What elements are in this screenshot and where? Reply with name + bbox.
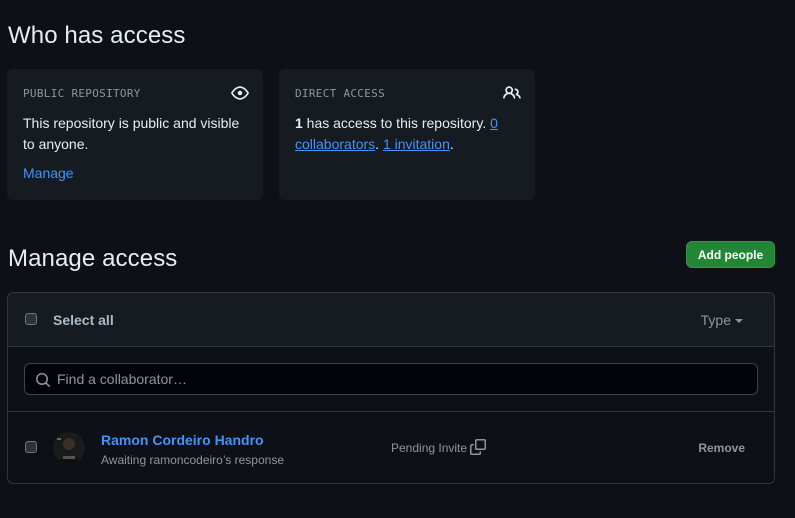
manage-visibility-link[interactable]: Manage <box>23 165 74 181</box>
public-repository-card: PUBLIC REPOSITORY This repository is pub… <box>7 69 263 200</box>
direct-access-card: DIRECT ACCESS 1 has access to this repos… <box>279 69 535 200</box>
collaborators-panel: Select all Type Find a collaborator… Ram… <box>7 292 775 484</box>
manage-access-title: Manage access <box>8 245 178 272</box>
avatar[interactable] <box>53 432 85 464</box>
collaborator-checkbox[interactable] <box>25 441 37 453</box>
public-repository-text: This repository is public and visible to… <box>23 115 240 152</box>
who-has-access-title: Who has access <box>8 22 186 49</box>
people-icon <box>503 84 521 102</box>
invitations-link[interactable]: 1 invitation <box>383 136 450 152</box>
search-row <box>8 347 774 412</box>
direct-access-text-mid: has access to this repository. <box>302 115 491 131</box>
public-repository-label: PUBLIC REPOSITORY <box>23 87 141 100</box>
add-people-button[interactable]: Add people <box>686 241 775 268</box>
direct-access-separator: . <box>375 136 383 152</box>
type-filter-label: Type <box>700 312 731 328</box>
collaborators-settings-page: Who has access PUBLIC REPOSITORY This re… <box>0 0 795 518</box>
remove-collaborator-button[interactable]: Remove <box>698 441 745 455</box>
collaborator-status-subtitle: Awaiting ramoncodeiro’s response <box>101 453 284 467</box>
direct-access-end: . <box>449 136 454 152</box>
direct-access-label: DIRECT ACCESS <box>295 87 385 100</box>
collaborator-search-input[interactable] <box>57 364 747 394</box>
chevron-down-icon <box>735 319 743 323</box>
select-all-label[interactable]: Select all <box>53 312 114 328</box>
pending-invite-label: Pending Invite <box>391 441 468 455</box>
type-filter-dropdown[interactable]: Type <box>701 312 743 328</box>
collaborator-row: Ramon Cordeiro Handro Awaiting ramoncode… <box>8 412 774 483</box>
select-all-checkbox[interactable] <box>25 313 37 325</box>
direct-access-text: 1 has access to this repository. 0 colla… <box>295 113 519 155</box>
collaborator-name-link[interactable]: Ramon Cordeiro Handro <box>101 432 264 448</box>
copy-icon[interactable] <box>470 439 486 455</box>
eye-icon <box>231 84 249 102</box>
collaborators-panel-header: Select all Type <box>8 293 774 347</box>
search-icon <box>35 372 51 388</box>
collaborator-search-box <box>24 363 758 395</box>
direct-access-count: 1 <box>295 115 303 131</box>
